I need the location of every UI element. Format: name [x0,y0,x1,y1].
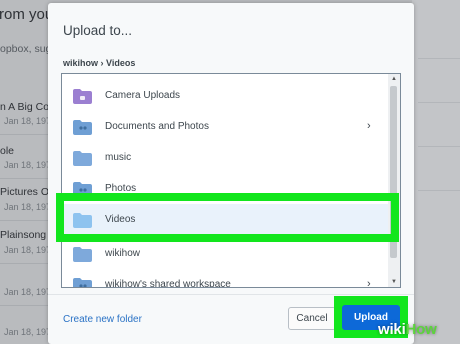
folder-icon [73,247,92,262]
chevron-right-icon[interactable]: › [367,120,371,132]
folder-item-camera-uploads[interactable]: Camera Uploads [62,80,388,111]
background-divider [0,305,48,306]
background-file-title: Pictures Of [0,186,52,198]
camera-folder-icon [73,89,92,104]
folder-name: Camera Uploads [105,90,181,101]
background-right-panel [412,0,460,344]
folder-name: Documents and Photos [105,121,209,132]
background-divider [0,178,48,179]
folder-name: wikihow's shared workspace [105,279,231,288]
folder-icon [73,151,92,166]
cancel-button[interactable]: Cancel [288,307,336,330]
background-divider [418,190,460,191]
watermark-wiki: wiki [378,321,406,338]
folder-item-documents-and-photos[interactable]: Documents and Photos › [62,111,388,142]
watermark-how: How [405,321,437,338]
shared-folder-icon [73,278,92,287]
selection-highlight-box [56,193,399,242]
create-new-folder-link[interactable]: Create new folder [63,314,142,325]
scroll-down-arrow-icon[interactable]: ▼ [388,277,400,287]
dialog-title: Upload to... [63,23,133,38]
background-file-title: ole [0,145,15,157]
shared-folder-icon [73,120,92,135]
folder-item-wikihows-shared-workspace[interactable]: wikihow's shared workspace › [62,269,388,288]
background-divider [418,102,460,103]
wikihow-watermark: wikiHow [378,321,437,338]
background-file-title: n A Big Co [0,101,50,113]
background-divider [0,134,48,135]
footer-divider [48,294,414,295]
folder-item-music[interactable]: music [62,142,388,173]
folder-name: music [105,152,132,163]
breadcrumb: wikihow › Videos [63,58,136,68]
background-divider [0,263,48,264]
folder-name: wikihow [105,248,141,259]
list-scrollbar[interactable]: ▲ ▼ [388,74,400,287]
background-file-title: Plainsong [0,229,47,241]
chevron-right-icon[interactable]: › [367,278,371,287]
background-divider [418,146,460,147]
background-divider [418,58,460,59]
folder-item-wikihow[interactable]: wikihow [62,238,388,269]
scroll-up-arrow-icon[interactable]: ▲ [388,74,400,84]
background-divider [0,220,48,221]
upload-dialog: Upload to... wikihow › Videos Camera Upl… [48,3,414,344]
folder-list: Camera Uploads Documents and Photos › mu… [61,73,401,288]
